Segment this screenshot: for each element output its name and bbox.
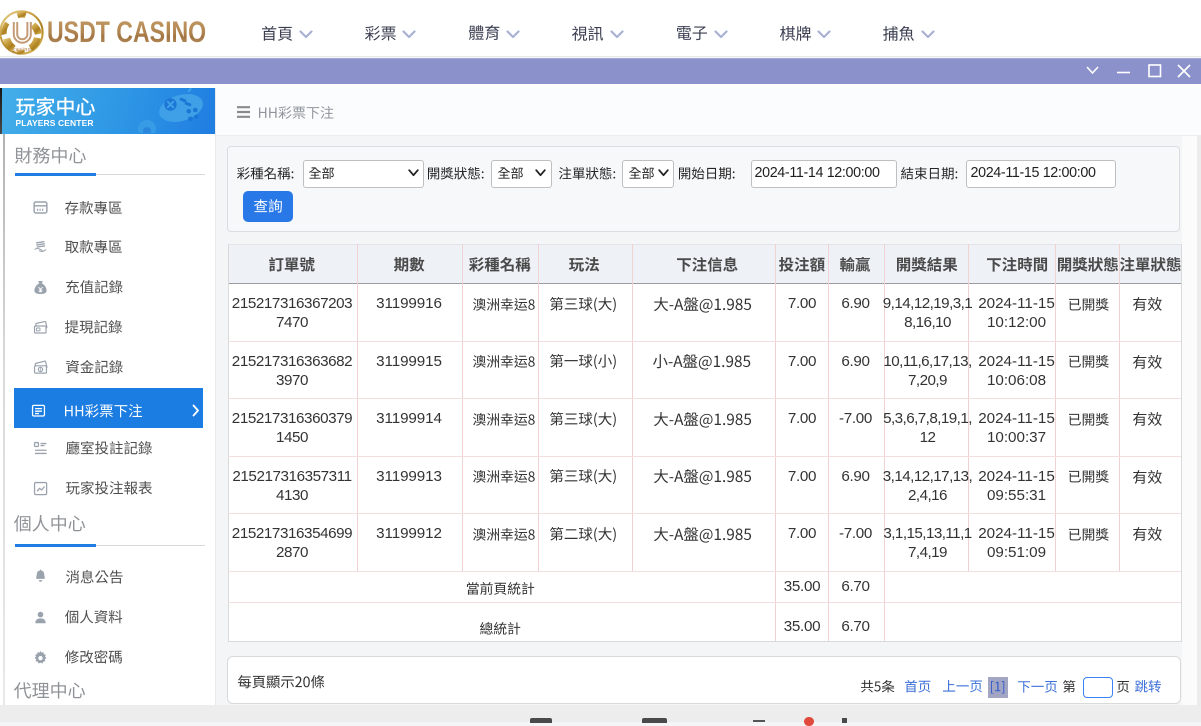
- svg-text:casino: casino: [13, 47, 31, 53]
